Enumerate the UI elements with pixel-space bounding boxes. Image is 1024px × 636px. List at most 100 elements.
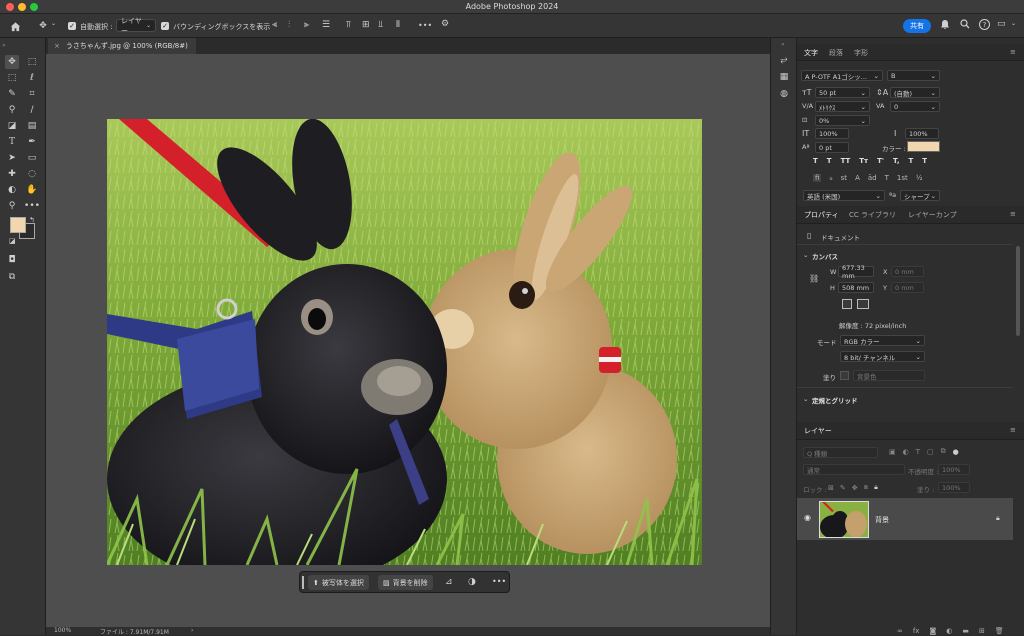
text-color-swatch[interactable] [907, 141, 940, 152]
discretionary-ligature-button[interactable]: st [841, 174, 847, 182]
layer-row[interactable]: ◉ 背景 🔒︎ [797, 498, 1013, 540]
chevron-down-icon[interactable]: ⌄ [51, 20, 56, 27]
baseline-shift-field[interactable]: 0 pt [815, 142, 849, 153]
tab-character[interactable]: 文字 [804, 48, 818, 58]
tab-cc-libraries[interactable]: CC ライブラリ [849, 210, 896, 220]
tab-paragraph[interactable]: 段落 [829, 48, 843, 58]
lock-artboard-icon[interactable]: ⧈ [864, 483, 868, 492]
filter-smart-object-icon[interactable]: ⧉ [941, 447, 946, 456]
stylistic-alt-button[interactable]: ād [868, 174, 877, 182]
tsume-field[interactable]: 0% ⌄ [815, 115, 870, 126]
swash-button[interactable]: A [855, 174, 860, 182]
chevron-down-icon[interactable]: ⌄ [803, 251, 808, 259]
tab-properties[interactable]: プロパティ [804, 210, 839, 220]
contextual-alt-button[interactable]: ℴ [829, 174, 832, 182]
vertical-scale-field[interactable]: 100% [815, 128, 849, 139]
help-icon[interactable]: ? [979, 19, 990, 30]
trash-icon[interactable]: 🗑︎ [995, 627, 1004, 635]
blur-tool-icon[interactable]: ◌ [25, 167, 39, 181]
canvas-height-field[interactable]: 508 mm [838, 282, 874, 293]
opacity-field[interactable]: 100% [938, 464, 970, 475]
properties-scrollbar[interactable] [1016, 246, 1020, 336]
fill-select[interactable]: 背景色 [853, 370, 925, 381]
chevron-down-icon[interactable]: ⌄ [803, 395, 808, 403]
color-mode-select[interactable]: RGB カラー ⌄ [840, 335, 925, 346]
gradient-tool-icon[interactable]: ▤ [25, 119, 39, 133]
bit-depth-select[interactable]: 8 bit/ チャンネル ⌄ [840, 351, 925, 362]
artboard-tool-icon[interactable]: ⬚ [25, 55, 39, 69]
move-tool-icon[interactable]: ✥ [5, 55, 19, 69]
align-top-icon[interactable]: ⫪ [346, 20, 351, 30]
crop-tool-icon[interactable]: ⌗ [25, 87, 39, 101]
lock-pixels-icon[interactable]: ✎ [840, 484, 846, 492]
screen-mode-icon[interactable]: ⧉ [5, 270, 19, 284]
fractions-button[interactable]: ½ [916, 174, 923, 182]
rectangle-tool-icon[interactable]: ▭ [25, 151, 39, 165]
link-layers-icon[interactable]: ∞ [897, 627, 903, 635]
horizontal-scale-field[interactable]: 100% [905, 128, 939, 139]
filter-toggle-icon[interactable]: ● [953, 448, 959, 456]
gear-icon[interactable]: ⚙ [441, 19, 449, 29]
distribute-vertical-icon[interactable]: ⦀ [396, 20, 400, 30]
filter-type-icon[interactable]: T [916, 448, 920, 456]
lock-icon[interactable]: 🔒︎ [996, 514, 1000, 523]
swatches-icon[interactable]: ▦ [777, 70, 791, 84]
move-tool-icon[interactable]: ✥ [36, 19, 50, 33]
fill-swatch[interactable] [840, 371, 849, 380]
layer-select[interactable]: レイヤー ⌄ [116, 17, 156, 35]
path-select-tool-icon[interactable]: ➤ [5, 151, 19, 165]
canvas-x-field[interactable]: 0 mm [891, 266, 924, 277]
pen-tool-icon[interactable]: ✒ [25, 135, 39, 149]
font-size-field[interactable]: 50 pt ⌄ [815, 87, 870, 98]
align-right-icon[interactable]: ⫸ [304, 20, 309, 30]
swap-colors-icon[interactable]: ↰ [29, 216, 35, 224]
subscript-button[interactable]: T, [893, 157, 899, 165]
canvas-section-header[interactable]: カンバス [812, 251, 838, 261]
brush-tool-icon[interactable]: ∕ [25, 103, 39, 117]
ligature-button[interactable]: fi [813, 174, 822, 182]
quick-select-tool-icon[interactable]: ✎ [5, 87, 19, 101]
transform-icon[interactable]: ⊿ [445, 577, 453, 587]
marquee-tool-icon[interactable]: ⬚ [5, 71, 19, 85]
healing-tool-icon[interactable]: ✚ [5, 167, 19, 181]
layer-filter-select[interactable]: Q 種類 [803, 447, 878, 458]
link-icon[interactable]: ⛓ [809, 274, 819, 283]
select-subject-button[interactable]: ⬆ 被写体を選択 [308, 575, 369, 590]
eraser-tool-icon[interactable]: ◪ [5, 119, 19, 133]
show-bbox-checkbox[interactable]: ✓ [161, 22, 169, 30]
font-style-select[interactable]: B ⌄ [887, 70, 940, 81]
lock-icon[interactable]: 🔒︎ [874, 483, 878, 492]
layer-name[interactable]: 背景 [875, 515, 889, 525]
drag-handle[interactable] [302, 576, 304, 589]
antialias-select[interactable]: シャープ ⌄ [900, 190, 940, 201]
portrait-orientation-icon[interactable] [842, 299, 852, 309]
panel-menu-icon[interactable]: ≡ [1010, 426, 1016, 434]
eye-icon[interactable]: ◉ [804, 513, 811, 522]
lock-transparency-icon[interactable]: ⊠ [828, 484, 834, 492]
superscript-button[interactable]: T' [877, 157, 884, 165]
more-button[interactable]: ••• [492, 577, 506, 586]
quick-mask-icon[interactable]: ◘ [5, 253, 19, 267]
align-center-icon[interactable]: ⫶ [288, 20, 290, 30]
align-left-icon[interactable]: ⫷ [272, 20, 277, 30]
home-icon[interactable] [8, 19, 22, 33]
canvas-width-field[interactable]: 677.33 mm [838, 264, 874, 280]
zoom-level[interactable]: 100% [54, 627, 71, 634]
chevron-right-icon[interactable]: › [191, 627, 193, 634]
panel-menu-icon[interactable]: ≡ [1010, 48, 1016, 56]
share-button[interactable]: 共有 [903, 19, 931, 33]
font-family-select[interactable]: A P-OTF A1ゴシッ... ⌄ [801, 70, 883, 81]
leading-field[interactable]: (自動) ⌄ [890, 87, 940, 98]
strikethrough-button[interactable]: T [922, 157, 927, 165]
fill-field[interactable]: 100% [938, 482, 970, 493]
filter-pixel-icon[interactable]: ▣ [889, 448, 896, 456]
new-layer-icon[interactable]: ⊞ [979, 627, 985, 635]
ordinals-button[interactable]: 1st [897, 174, 908, 182]
tab-layer-comps[interactable]: レイヤーカンプ [908, 210, 957, 220]
dodge-tool-icon[interactable]: ◐ [5, 183, 19, 197]
canvas-y-field[interactable]: 0 mm [891, 282, 924, 293]
adjustment-layer-icon[interactable]: ◐ [946, 627, 952, 635]
all-caps-button[interactable]: TT [841, 157, 851, 165]
faux-italic-button[interactable]: T [827, 157, 832, 165]
document-tab[interactable]: × うさちゃんず.jpg @ 100% (RGB/8#) [48, 38, 196, 54]
